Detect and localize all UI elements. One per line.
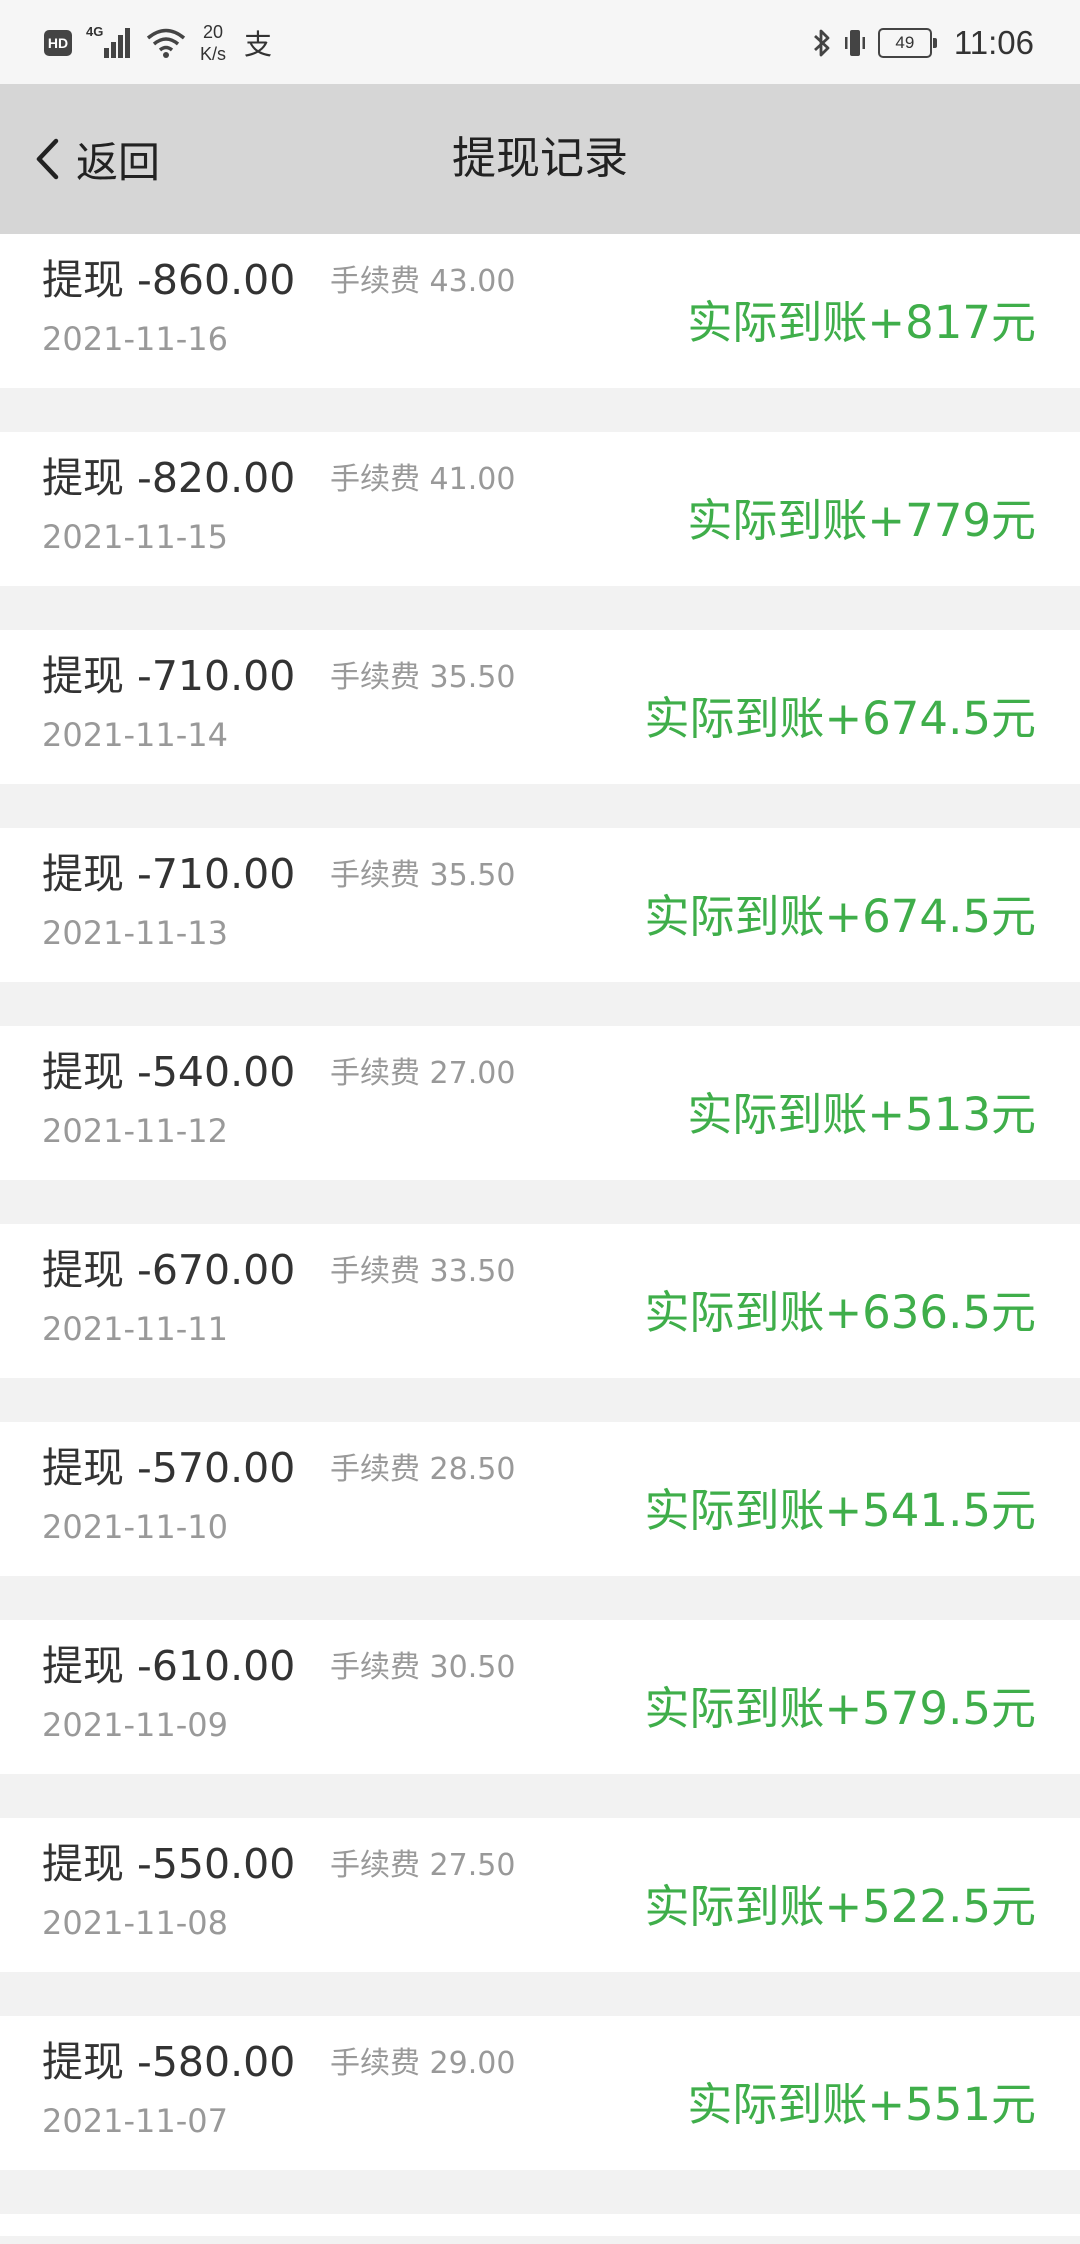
fee: 手续费 28.50 [330,1452,516,1487]
record-item[interactable]: 提现 -540.00 手续费 27.00 2021-11-12 实际到账+513… [0,1026,1080,1180]
received-amount: 实际到账+522.5元 [644,1880,1036,1933]
record-item[interactable]: 提现 -710.00 手续费 35.50 2021-11-14 实际到账+674… [0,630,1080,784]
bluetooth-icon [813,29,830,57]
speed-unit: K/s [200,44,227,64]
received-amount: 实际到账+674.5元 [644,890,1036,943]
record-item[interactable]: 提现 -860.00 手续费 43.00 2021-11-16 实际到账+817… [0,234,1080,388]
record-item[interactable]: 提现 -820.00 手续费 41.00 2021-11-15 实际到账+779… [0,432,1080,586]
date: 2021-11-07 [42,2102,228,2140]
withdraw-amount: 提现 -550.00 [42,1840,296,1888]
date: 2021-11-09 [42,1706,228,1744]
withdraw-amount: 提现 -540.00 [42,1048,296,1096]
page-title: 提现记录 [452,133,628,184]
withdraw-amount: 提现 -580.00 [42,2038,296,2086]
record-item[interactable]: 提现 -610.00 手续费 30.50 2021-11-09 实际到账+579… [0,1620,1080,1774]
alipay-icon: 支 [244,28,273,61]
record-item[interactable]: 提现 -580.00 手续费 29.00 2021-11-07 实际到账+551… [0,2016,1080,2170]
date: 2021-11-14 [42,716,228,754]
fee: 手续费 43.00 [330,264,516,299]
clock: 11:06 [953,24,1034,61]
received-amount: 实际到账+541.5元 [644,1484,1036,1537]
network-speed: 20 K/s [200,21,226,65]
fee: 手续费 27.50 [330,1848,516,1883]
fee: 手续费 35.50 [330,660,516,695]
withdraw-amount: 提现 -610.00 [42,1642,296,1690]
date: 2021-11-08 [42,1904,228,1942]
received-amount: 实际到账+513元 [687,1088,1036,1141]
date: 2021-11-15 [42,518,228,556]
signal-icon: 4G [86,24,132,60]
withdraw-amount: 提现 -710.00 [42,652,296,700]
fee: 手续费 30.50 [330,1650,516,1685]
received-amount: 实际到账+779元 [687,494,1036,547]
speed-value: 20 [202,22,224,42]
fee: 手续费 35.50 [330,858,516,893]
withdraw-amount: 提现 -860.00 [42,256,296,304]
received-amount: 实际到账+551元 [687,2078,1036,2131]
status-left: HD 4G 20 K/s 支 [44,18,272,68]
received-amount: 实际到账+636.5元 [644,1286,1036,1339]
status-bar: HD 4G 20 K/s 支 49 11:06 [0,0,1080,84]
vibrate-icon [844,30,865,56]
battery-icon: 49 [877,28,937,58]
date: 2021-11-11 [42,1310,228,1348]
fee: 手续费 33.50 [330,1254,516,1289]
received-amount: 实际到账+817元 [687,296,1036,349]
withdraw-amount: 提现 -820.00 [42,454,296,502]
record-item[interactable]: 提现 -670.00 手续费 33.50 2021-11-11 实际到账+636… [0,1224,1080,1378]
fee: 手续费 41.00 [330,462,516,497]
record-item[interactable]: 提现 -570.00 手续费 28.50 2021-11-10 实际到账+541… [0,1422,1080,1576]
status-right: 49 11:06 [812,16,1034,70]
date: 2021-11-10 [42,1508,228,1546]
received-amount: 实际到账+674.5元 [644,692,1036,745]
date: 2021-11-13 [42,914,228,952]
fee: 手续费 29.00 [330,2046,516,2081]
next-record-edge [0,2214,1080,2236]
wifi-icon [146,28,186,58]
fee: 手续费 27.00 [330,1056,516,1091]
battery-level: 49 [895,33,915,52]
withdraw-amount: 提现 -670.00 [42,1246,296,1294]
record-item[interactable]: 提现 -710.00 手续费 35.50 2021-11-13 实际到账+674… [0,828,1080,982]
withdraw-amount: 提现 -710.00 [42,850,296,898]
record-item[interactable]: 提现 -550.00 手续费 27.50 2021-11-08 实际到账+522… [0,1818,1080,1972]
date: 2021-11-16 [42,320,228,358]
withdraw-amount: 提现 -570.00 [42,1444,296,1492]
hd-badge: HD [44,30,72,56]
date: 2021-11-12 [42,1112,228,1150]
app-header: 返回 提现记录 [0,84,1080,234]
received-amount: 实际到账+579.5元 [644,1682,1036,1735]
